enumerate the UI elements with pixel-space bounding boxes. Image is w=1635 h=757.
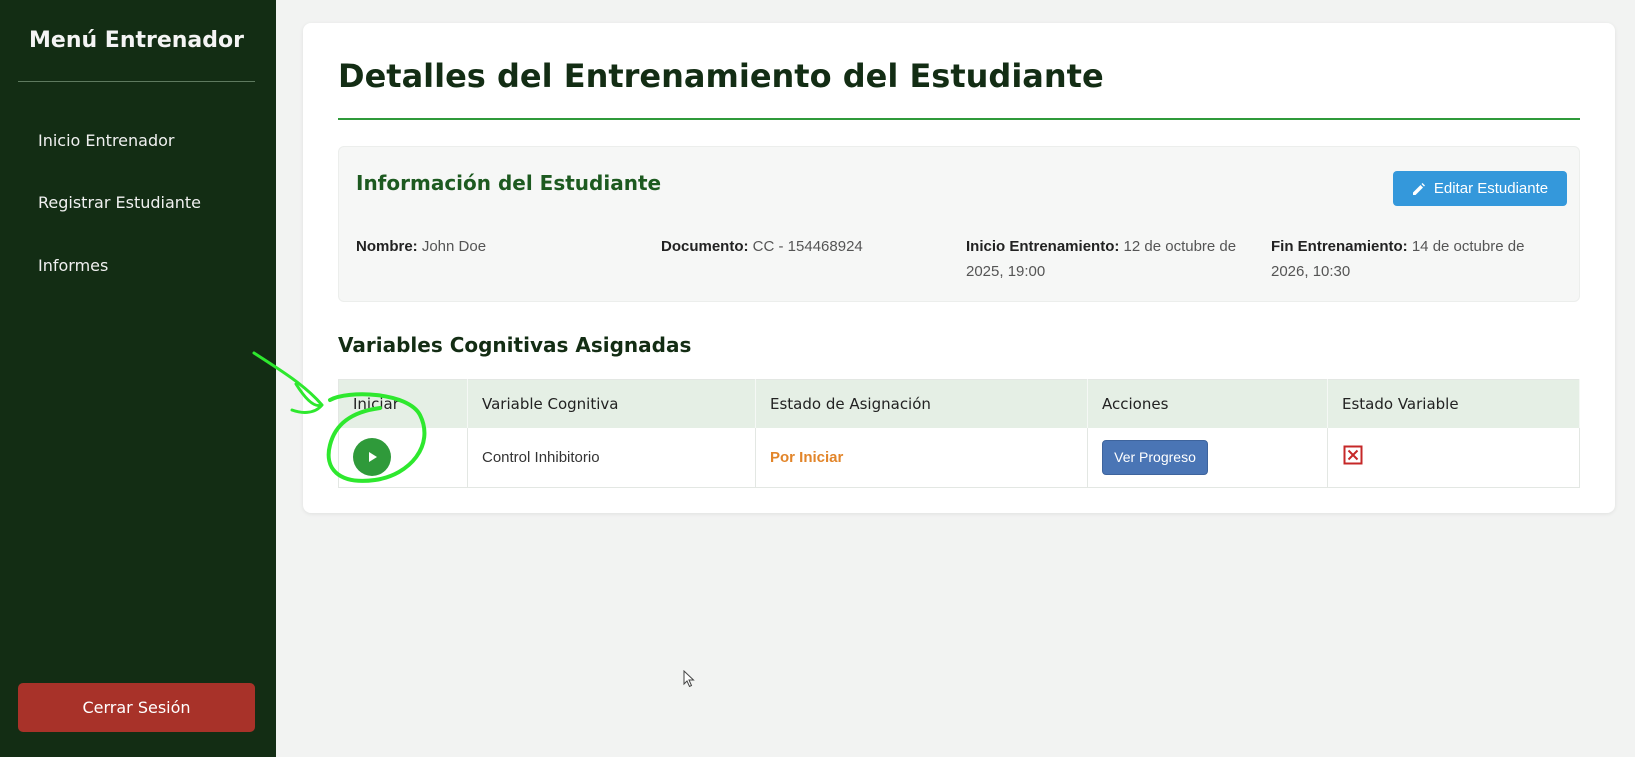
sidebar: Menú Entrenador Inicio Entrenador Regist… (0, 0, 276, 757)
sidebar-title: Menú Entrenador (29, 28, 244, 53)
logout-button[interactable]: Cerrar Sesión (18, 683, 255, 732)
mouse-cursor-icon (683, 670, 695, 688)
field-nombre-value: John Doe (421, 238, 487, 255)
start-button[interactable] (353, 438, 391, 477)
variables-heading: Variables Cognitivas Asignadas (338, 333, 692, 357)
field-documento-label: Documento: (661, 238, 749, 255)
field-inicio-entrenamiento: Inicio Entrenamiento: 12 de octubre de 2… (966, 234, 1251, 284)
actions-cell: Ver Progreso (1087, 427, 1328, 488)
play-icon (369, 452, 377, 463)
sidebar-item-inicio-entrenador[interactable]: Inicio Entrenador (38, 131, 174, 150)
sidebar-item-informes[interactable]: Informes (38, 256, 108, 275)
field-documento-value: CC - 154468924 (752, 238, 863, 255)
field-nombre: Nombre: John Doe (356, 234, 641, 259)
column-header-variable: Variable Cognitiva (467, 379, 756, 428)
edit-student-label: Editar Estudiante (1433, 180, 1549, 197)
field-inicio-label: Inicio Entrenamiento: (966, 238, 1120, 255)
edit-student-button[interactable]: Editar Estudiante (1393, 171, 1567, 206)
student-info-panel: Información del Estudiante Editar Estudi… (338, 146, 1580, 302)
column-header-acciones: Acciones (1087, 379, 1328, 428)
column-header-iniciar: Iniciar (338, 379, 468, 428)
variable-name-cell: Control Inhibitorio (467, 427, 756, 488)
column-header-estado-variable: Estado Variable (1327, 379, 1580, 428)
field-documento: Documento: CC - 154468924 (661, 234, 946, 259)
pencil-icon (1412, 182, 1425, 195)
student-info-heading: Información del Estudiante (356, 171, 662, 195)
variables-table: Iniciar Variable Cognitiva Estado de Asi… (338, 379, 1580, 488)
view-progress-button[interactable]: Ver Progreso (1102, 439, 1208, 475)
table-row: Control Inhibitorio Por Iniciar Ver Prog… (338, 427, 1580, 488)
column-header-estado-asignacion: Estado de Asignación (755, 379, 1088, 428)
page-title: Detalles del Entrenamiento del Estudiant… (338, 57, 1104, 95)
start-cell (338, 427, 468, 488)
status-badge: Por Iniciar (770, 448, 844, 466)
field-nombre-label: Nombre: (356, 238, 418, 255)
field-fin-label: Fin Entrenamiento: (1271, 238, 1408, 255)
title-divider (338, 118, 1580, 120)
sidebar-item-registrar-estudiante[interactable]: Registrar Estudiante (38, 193, 201, 212)
table-header-row: Iniciar Variable Cognitiva Estado de Asi… (338, 379, 1580, 428)
assignment-status-cell: Por Iniciar (755, 427, 1088, 488)
sidebar-divider (18, 81, 255, 82)
field-fin-entrenamiento: Fin Entrenamiento: 14 de octubre de 2026… (1271, 234, 1556, 284)
variable-state-cell (1327, 427, 1580, 488)
x-square-icon[interactable] (1343, 445, 1363, 465)
main-card: Detalles del Entrenamiento del Estudiant… (303, 23, 1615, 513)
